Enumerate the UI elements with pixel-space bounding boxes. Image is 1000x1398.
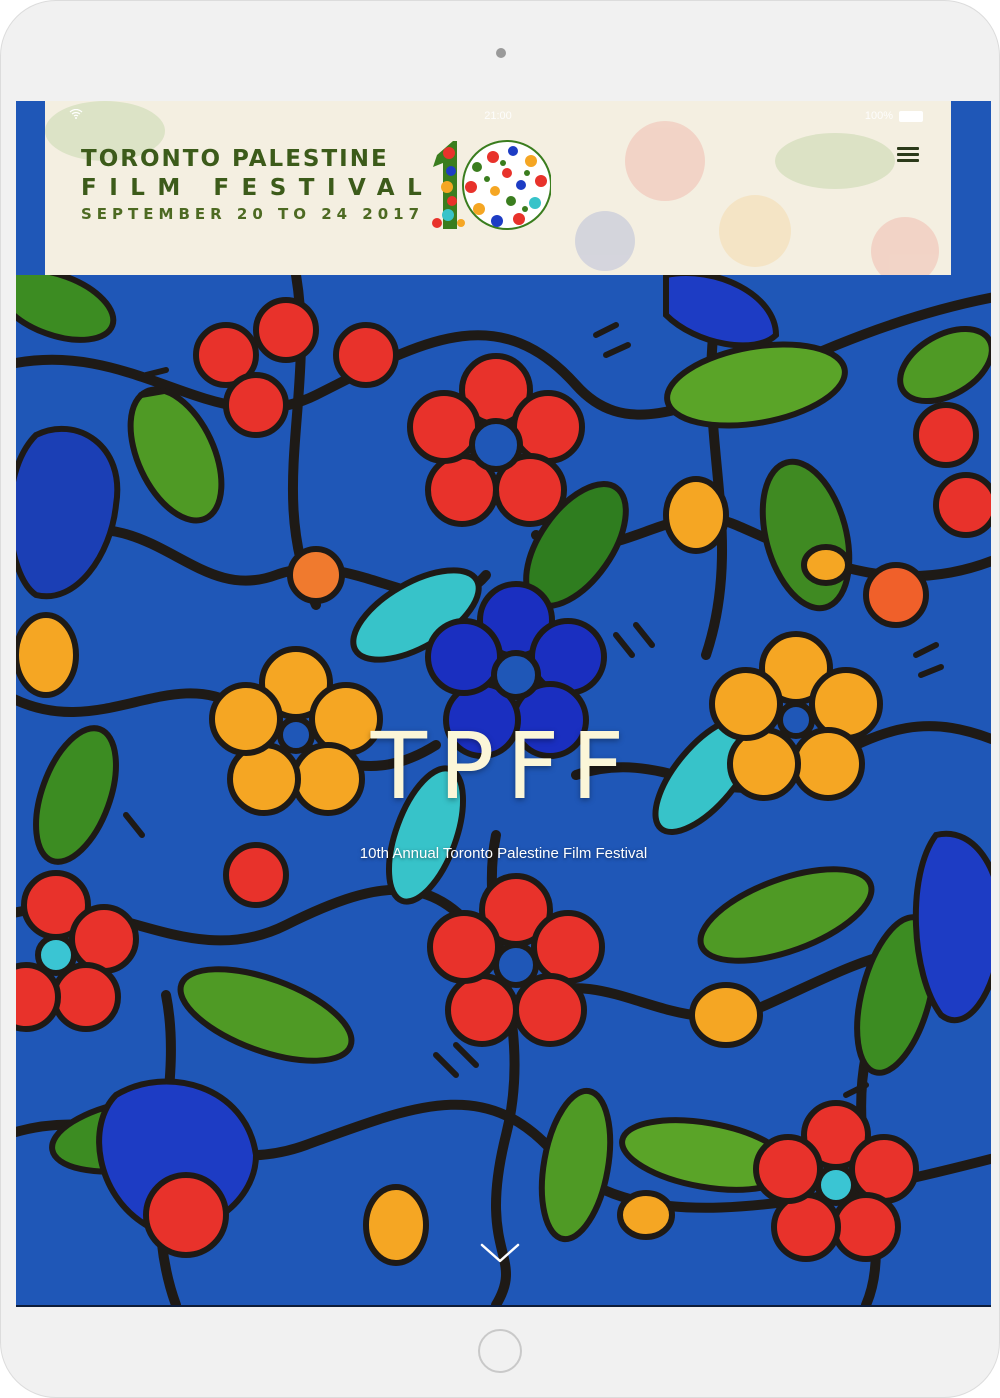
screen-bottom-edge [16,1305,991,1307]
scroll-down-button[interactable] [478,1241,522,1267]
battery-icon [899,111,923,122]
logo-title-line2[interactable]: FILM FESTIVAL [81,175,434,201]
hero-title: TPFF [370,713,637,820]
chevron-down-icon [480,1243,520,1263]
logo-dates[interactable]: SEPTEMBER 20 TO 24 2017 [81,205,424,223]
site-header: 21:00 100% TORONTO PALESTINE FILM FESTIV… [45,101,951,275]
battery-percentage: 100% [864,110,893,122]
tablet-screen: TPFF 10th Annual Toronto Palestine Film … [16,101,991,1307]
home-button[interactable] [478,1329,522,1373]
status-bar: 21:00 100% [45,107,951,127]
logo-title-line1[interactable]: TORONTO PALESTINE [81,146,389,172]
front-camera [496,48,506,58]
tenth-anniversary-emblem[interactable] [423,137,551,233]
status-time: 21:00 [484,110,512,122]
hero-section: TPFF 10th Annual Toronto Palestine Film … [16,275,991,1305]
hero-subtitle: 10th Annual Toronto Palestine Film Festi… [359,845,648,862]
menu-button[interactable] [895,143,923,167]
tablet-frame: TPFF 10th Annual Toronto Palestine Film … [0,0,1000,1398]
